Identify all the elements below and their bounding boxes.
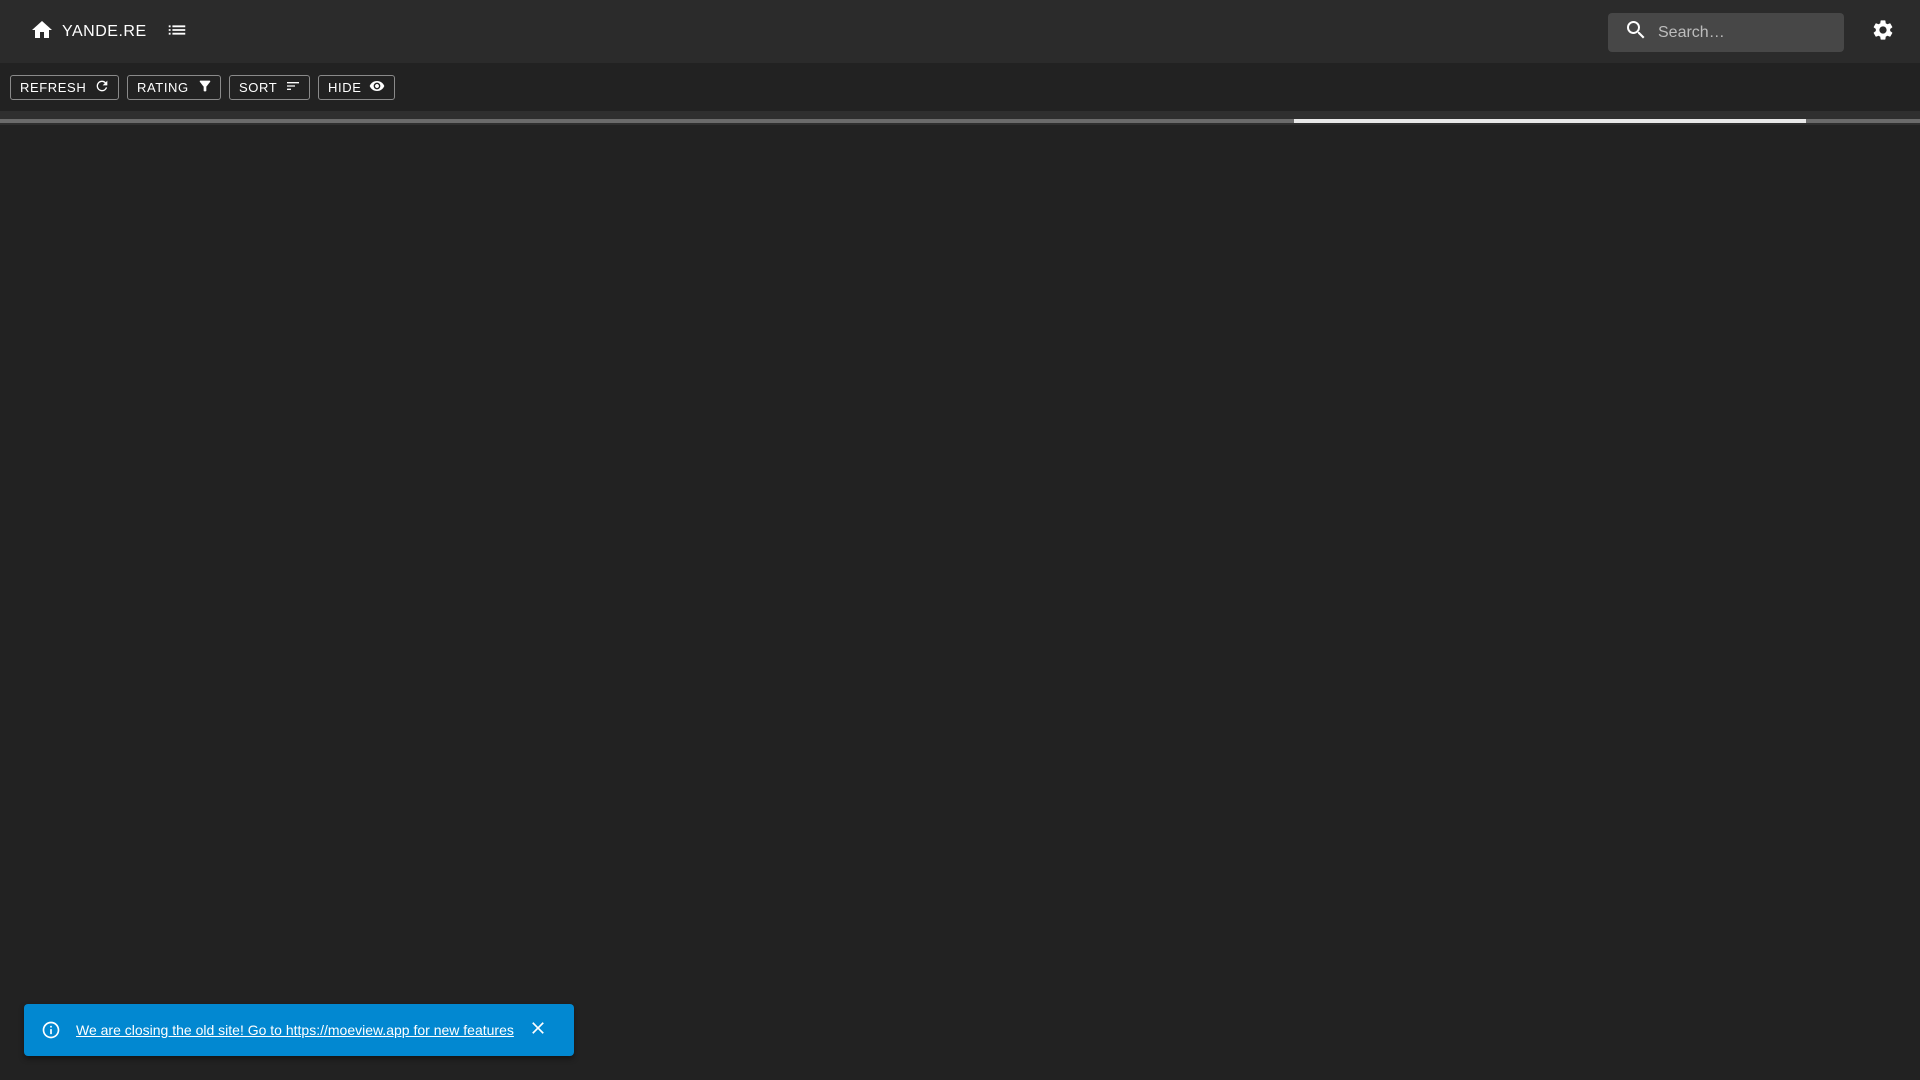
list-view-button[interactable] [162,20,192,44]
hide-button[interactable]: HIDE [318,75,395,100]
gear-icon [1871,18,1895,47]
home-label: YANDE.RE [62,23,147,40]
eye-icon [361,78,385,97]
filter-toolbar: REFRESH RATING SORT HIDE [0,63,1920,111]
refresh-button-label: REFRESH [20,80,87,95]
search-box[interactable] [1608,13,1844,52]
home-icon [30,18,54,47]
rating-button-label: RATING [137,80,189,95]
loading-progress-bar [1294,119,1806,123]
sort-button[interactable]: SORT [229,75,310,100]
info-icon [41,1020,61,1040]
sort-icon [277,78,301,97]
notice-snackbar: We are closing the old site! Go to https… [24,1004,574,1056]
refresh-icon [86,78,110,97]
notice-link[interactable]: We are closing the old site! Go to https… [76,1022,514,1038]
list-icon [166,19,188,46]
hide-button-label: HIDE [328,80,362,95]
search-input[interactable] [1656,22,1840,43]
close-button[interactable] [526,1018,550,1042]
search-icon [1608,18,1648,47]
refresh-button[interactable]: REFRESH [10,75,119,100]
loading-progress-track [0,111,1920,125]
settings-button[interactable] [1870,19,1896,45]
close-icon [528,1018,548,1043]
filter-icon [189,78,213,97]
sort-button-label: SORT [239,80,278,95]
rating-button[interactable]: RATING [127,75,221,100]
home-button[interactable]: YANDE.RE [20,14,157,50]
app-bar: YANDE.RE [0,0,1920,63]
